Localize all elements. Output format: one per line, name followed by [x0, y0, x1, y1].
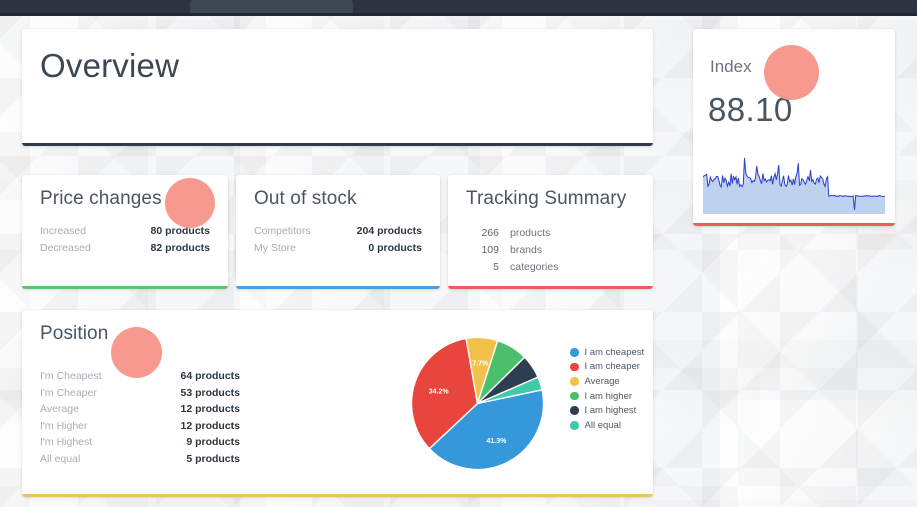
page-title: Overview [40, 47, 180, 84]
out-of-stock-title: Out of stock [254, 188, 357, 209]
redaction-circle-position [111, 327, 162, 378]
legend-item[interactable]: I am higher [570, 389, 644, 404]
legend-item[interactable]: I am highest [570, 403, 644, 418]
pie-slice-label: 41.3% [487, 438, 508, 445]
list-item: All equal 5 products [40, 451, 240, 468]
tracking-brands-count: 109 [481, 244, 499, 256]
position-average-label: Average [40, 403, 79, 415]
price-increased-label: Increased [40, 225, 87, 237]
overview-accent-bar [22, 143, 653, 146]
tracking-products-label: products [510, 227, 551, 239]
list-item: 266 products [466, 225, 635, 242]
list-item: Decreased 82 products [40, 240, 210, 257]
price-decreased-label: Decreased [40, 241, 91, 254]
pie-slice-label: 34.2% [429, 389, 450, 396]
position-list: I'm Cheapest 64 products I'm Cheaper 53 … [40, 368, 240, 467]
tracking-summary-title: Tracking Summary [466, 188, 627, 209]
legend-item-label: I am cheapest [584, 346, 645, 358]
position-highest-value: 9 products [186, 436, 240, 448]
tracking-brands-label: brands [510, 244, 543, 256]
competitors-label: Competitors [254, 225, 311, 237]
tracking-categories-count: 5 [493, 261, 499, 273]
legend-item[interactable]: Average [570, 374, 644, 389]
position-accent-bar [22, 494, 653, 497]
legend-item-label: I am higher [584, 390, 633, 402]
list-item: Average 12 products [40, 401, 240, 418]
redaction-circle-price-changes [165, 178, 215, 228]
list-item: I'm Cheaper 53 products [40, 385, 240, 402]
pie-chart-legend: I am cheapest I am cheaper Average I am hig… [570, 345, 644, 433]
legend-color-dot [570, 377, 579, 386]
tracking-categories-label: categories [510, 261, 559, 273]
legend-color-dot [570, 391, 579, 401]
index-sparkline-chart [702, 154, 886, 216]
overview-card: Overview [22, 29, 653, 146]
position-pie-chart[interactable]: 41.3% 34.2% 7.7% [410, 336, 545, 471]
position-title: Position [40, 323, 109, 344]
position-higher-value: 12 products [180, 419, 240, 432]
position-allequal-label: All equal [40, 452, 81, 465]
tracking-summary-card[interactable]: Tracking Summary 266 products 109 brands… [448, 175, 653, 289]
position-allequal-value: 5 products [186, 452, 240, 465]
index-label: Index [710, 57, 752, 76]
index-accent-bar [693, 223, 895, 226]
tracking-summary-accent-bar [448, 286, 653, 289]
list-item: My Store 0 products [254, 240, 422, 257]
my-store-value: 0 products [368, 241, 422, 254]
browser-tab[interactable] [190, 0, 353, 13]
position-higher-label: I'm Higher [40, 419, 88, 432]
pie-slice-label: 7.7% [472, 361, 489, 368]
price-changes-accent-bar [22, 286, 228, 289]
position-cheaper-label: I'm Cheaper [40, 386, 97, 399]
legend-color-dot [570, 406, 579, 415]
legend-item[interactable]: I am cheaper [570, 360, 644, 375]
list-item: 109 brands [466, 242, 635, 259]
position-highest-label: I'm Highest [40, 436, 93, 448]
legend-item[interactable]: I am cheapest [570, 345, 644, 360]
legend-item-label: I am highest [584, 405, 637, 417]
legend-color-dot [570, 362, 579, 372]
position-average-value: 12 products [180, 403, 240, 415]
browser-top-bar [0, 0, 917, 13]
price-changes-list: Increased 80 products Decreased 82 produ… [40, 223, 210, 256]
my-store-label: My Store [254, 241, 297, 254]
top-bar-underline [0, 13, 917, 16]
out-of-stock-accent-bar [236, 286, 440, 289]
legend-item-label: I am cheaper [584, 361, 640, 373]
legend-item-label: All equal [584, 419, 621, 431]
legend-color-dot [570, 421, 579, 430]
list-item: 5 categories [466, 259, 635, 276]
tracking-products-count: 266 [481, 227, 499, 239]
redaction-circle-index [764, 45, 819, 100]
position-cheapest-label: I'm Cheapest [40, 370, 102, 382]
legend-color-dot [570, 348, 579, 357]
position-cheaper-value: 53 products [180, 386, 240, 399]
price-changes-title: Price changes [40, 188, 162, 209]
price-decreased-value: 82 products [150, 241, 210, 254]
legend-item-label: Average [584, 375, 620, 387]
out-of-stock-list: Competitors 204 products My Store 0 prod… [254, 223, 422, 256]
list-item: I'm Higher 12 products [40, 418, 240, 435]
out-of-stock-card[interactable]: Out of stock Competitors 204 products My… [236, 175, 440, 289]
list-item: Competitors 204 products [254, 223, 422, 240]
position-cheapest-value: 64 products [180, 370, 240, 382]
tracking-summary-list: 266 products 109 brands 5 categories [466, 225, 635, 276]
competitors-value: 204 products [356, 225, 422, 237]
list-item: I'm Highest 9 products [40, 434, 240, 451]
legend-item[interactable]: All equal [570, 418, 644, 433]
